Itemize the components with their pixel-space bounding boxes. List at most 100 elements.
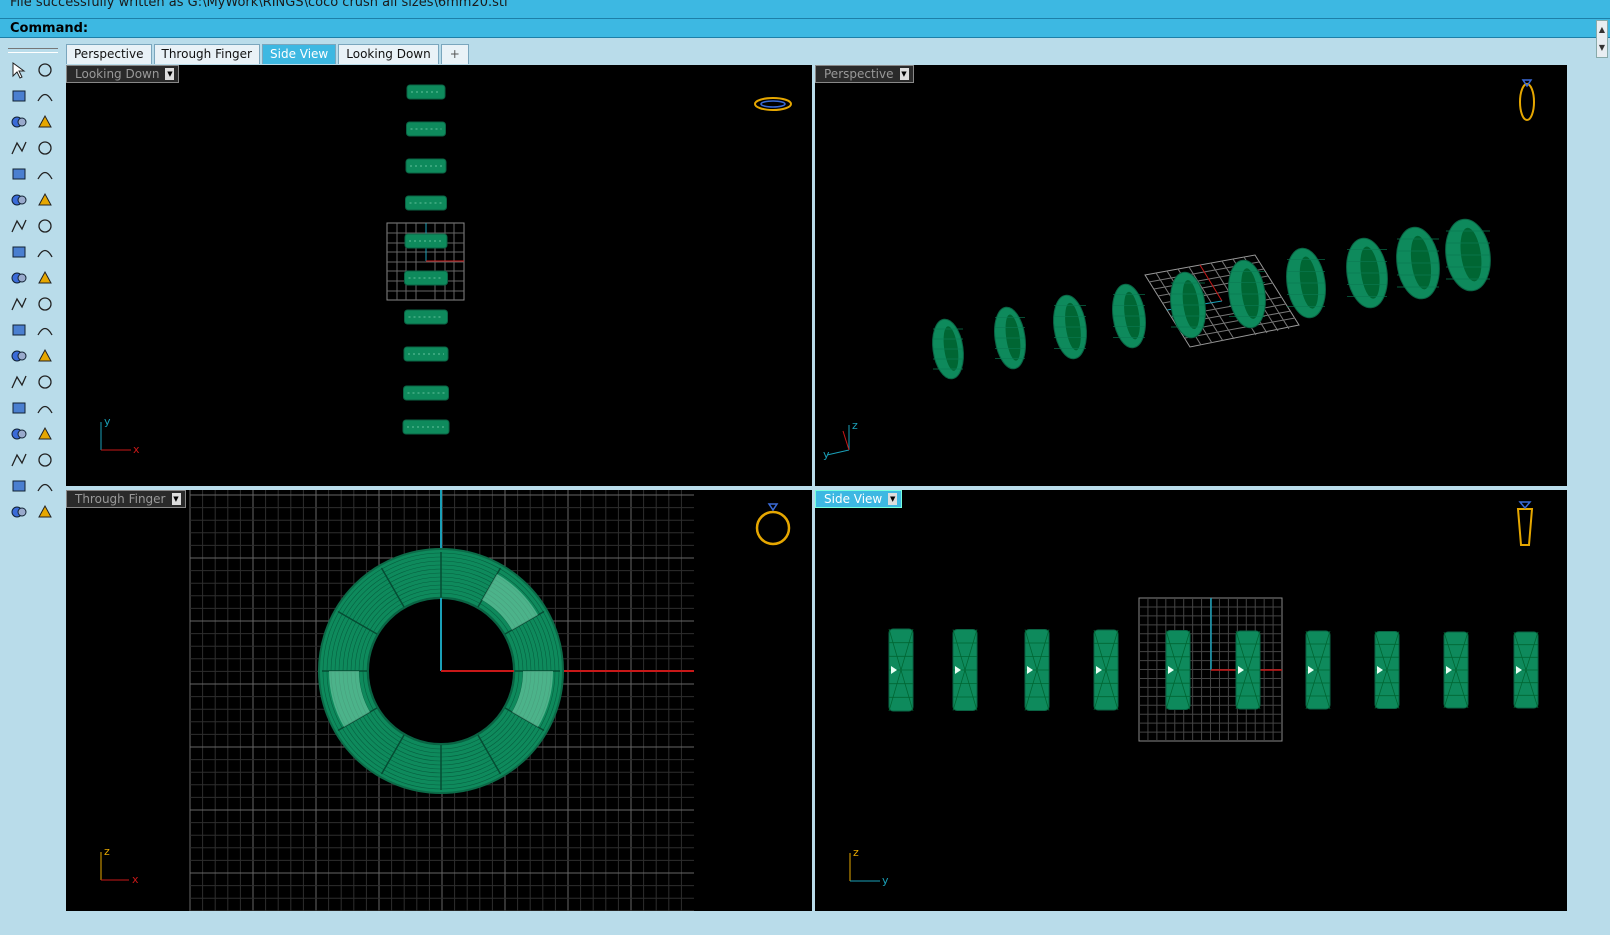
fillet-curve-icon[interactable]	[33, 162, 57, 186]
viewport-title-side-view[interactable]: Side View ▼	[815, 490, 903, 508]
plane-surface-icon[interactable]	[33, 240, 57, 264]
check-icon[interactable]	[33, 474, 57, 498]
paint-icon[interactable]	[33, 500, 57, 524]
ring-model	[405, 195, 447, 211]
axis-label-x: x	[133, 443, 140, 456]
ring-view-gizmo-icon[interactable]	[754, 97, 792, 111]
circle-icon[interactable]	[7, 110, 31, 134]
ring-model	[952, 629, 978, 711]
ring-model	[1093, 629, 1119, 711]
sphere-solid-icon[interactable]	[33, 214, 57, 238]
group-icon[interactable]	[33, 318, 57, 342]
split-icon[interactable]	[33, 292, 57, 316]
polyline-icon[interactable]	[7, 84, 31, 108]
select-arrow-icon[interactable]	[7, 58, 31, 82]
analyze-icon[interactable]	[33, 396, 57, 420]
viewport-looking-down[interactable]: Looking Down ▼ y x	[66, 65, 812, 486]
axis-label-y: y	[823, 448, 830, 461]
boolean-union-icon[interactable]	[7, 318, 31, 342]
ring-model	[1396, 226, 1440, 300]
viewport-title-looking-down[interactable]: Looking Down ▼	[66, 65, 180, 83]
scroll-down-icon[interactable]: ▼	[1597, 39, 1607, 57]
axis-label-z: z	[853, 846, 859, 859]
tab-perspective[interactable]: Perspective	[66, 44, 152, 64]
tab-side-view[interactable]: Side View	[262, 44, 337, 64]
ring-model	[404, 270, 448, 286]
viewport-title-label: Through Finger	[75, 492, 166, 506]
curve-control-points-icon[interactable]	[33, 84, 57, 108]
viewport-title-label: Perspective	[824, 67, 894, 81]
viewport-menu-icon[interactable]: ▼	[165, 68, 175, 80]
scene-through-finger: z x	[100, 490, 791, 911]
view-axis-indicator: z x	[100, 845, 139, 886]
viewport-side-view[interactable]: Side View ▼ z y	[815, 490, 1567, 911]
viewport-title-through-finger[interactable]: Through Finger ▼	[66, 490, 186, 508]
render-icon[interactable]	[7, 500, 31, 524]
loft-icon[interactable]	[33, 188, 57, 212]
surface-from-points-icon[interactable]	[7, 188, 31, 212]
ring-model	[1165, 630, 1191, 710]
cylinder-icon[interactable]	[7, 240, 31, 264]
rebuild-curve-icon[interactable]	[33, 344, 57, 368]
ring-model	[1346, 237, 1388, 309]
solid-tools-icon[interactable]	[7, 422, 31, 446]
array-icon[interactable]	[33, 422, 57, 446]
ellipse-icon[interactable]	[33, 110, 57, 134]
construction-grid	[1144, 254, 1300, 348]
viewport-perspective[interactable]: Perspective ▼ z y	[815, 65, 1567, 486]
viewport-menu-icon[interactable]: ▼	[171, 493, 181, 505]
viewport-title-label: Side View	[824, 492, 883, 506]
viewport-menu-icon[interactable]: ▼	[888, 493, 898, 505]
mesh-tools-icon[interactable]	[7, 474, 31, 498]
grid-array-icon[interactable]	[7, 448, 31, 472]
toolbar-grip[interactable]	[8, 48, 58, 53]
scene-looking-down: y x	[100, 84, 792, 456]
add-tab-button[interactable]: +	[440, 44, 469, 64]
ring-model	[1513, 631, 1539, 709]
ring-model	[405, 158, 447, 174]
command-prompt-label: Command:	[10, 21, 89, 36]
viewport-through-finger[interactable]: Through Finger ▼ z x	[66, 490, 812, 911]
axis-label-x: x	[132, 873, 139, 886]
ring-model	[404, 233, 448, 249]
offset-curve-icon[interactable]	[7, 344, 31, 368]
ring-view-gizmo-icon[interactable]	[1516, 501, 1534, 546]
trim-icon[interactable]	[7, 292, 31, 316]
command-scrollbar[interactable]: ▲ ▼	[1596, 20, 1608, 58]
ring-model	[1053, 294, 1087, 360]
scale-icon[interactable]	[33, 370, 57, 394]
viewport-menu-icon[interactable]: ▼	[899, 68, 909, 80]
ring-model	[403, 385, 449, 401]
ring-view-gizmo-icon[interactable]	[1519, 79, 1535, 121]
explode-icon[interactable]	[33, 266, 57, 290]
tool-palette	[6, 48, 60, 525]
gear-settings-icon[interactable]	[7, 266, 31, 290]
dimension-icon[interactable]	[33, 448, 57, 472]
scene-side-view: z y	[849, 501, 1539, 887]
transform-icon[interactable]	[7, 396, 31, 420]
axis-label-y: y	[104, 415, 111, 428]
axis-label-y: y	[882, 874, 889, 887]
point-icon[interactable]	[33, 58, 57, 82]
viewport-title-perspective[interactable]: Perspective ▼	[815, 65, 914, 83]
ring-model	[1445, 218, 1491, 292]
box-solid-icon[interactable]	[7, 214, 31, 238]
command-history-text: File successfully written as G:\MyWork\R…	[10, 0, 508, 10]
scroll-up-icon[interactable]: ▲	[1597, 21, 1607, 39]
command-history: File successfully written as G:\MyWork\R…	[0, 0, 1610, 18]
command-line[interactable]: Command: ▲ ▼	[0, 18, 1610, 58]
tab-looking-down[interactable]: Looking Down	[338, 44, 439, 64]
view-axis-indicator: z y	[849, 846, 889, 887]
ring-model	[1112, 283, 1146, 349]
view-axis-indicator: z y	[823, 419, 858, 461]
ring-model	[406, 121, 446, 137]
axis-label-z: z	[104, 845, 110, 858]
rectangle-icon[interactable]	[33, 136, 57, 160]
text-icon[interactable]	[7, 370, 31, 394]
tab-through-finger[interactable]: Through Finger	[153, 44, 260, 64]
polygon-icon[interactable]	[7, 162, 31, 186]
ring-model	[994, 306, 1026, 370]
arc-icon[interactable]	[7, 136, 31, 160]
ring-view-gizmo-icon[interactable]	[755, 503, 791, 546]
ring-model	[402, 419, 450, 435]
